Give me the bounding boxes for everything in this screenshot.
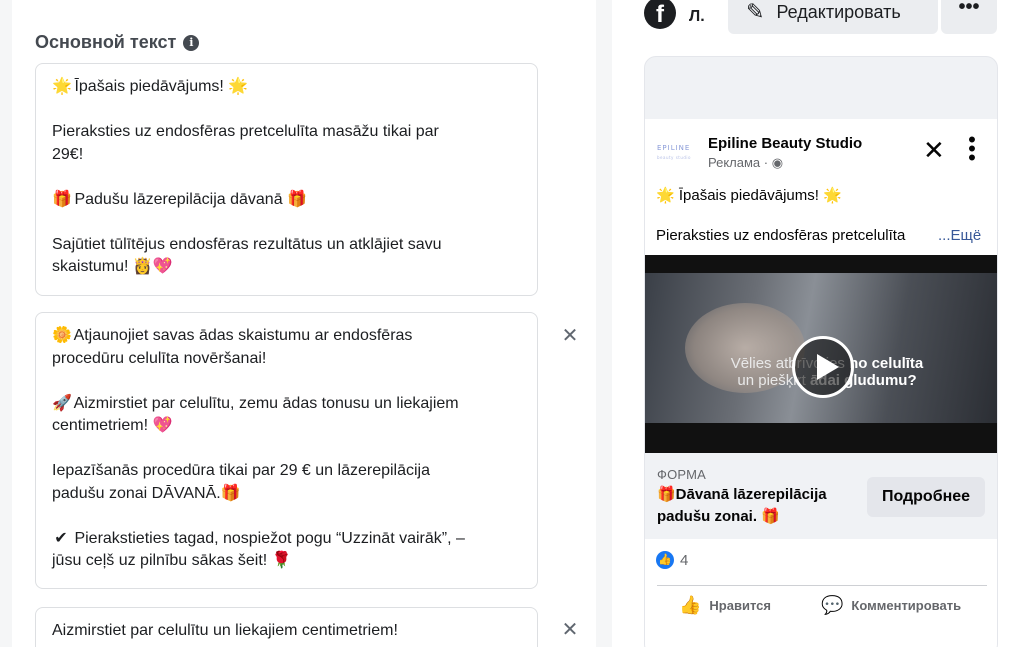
- video-frame: Vēlies atbrīvoties no celulīta un piešķi…: [645, 273, 997, 423]
- divider: [657, 585, 987, 586]
- like-button[interactable]: 👍 Нравится: [679, 591, 771, 619]
- emoji-icon: 🌼: [52, 327, 72, 344]
- sponsored-text: Реклама ·: [708, 155, 772, 170]
- info-icon[interactable]: i: [183, 34, 200, 51]
- edit-button[interactable]: ✎ Редактировать: [728, 0, 938, 34]
- ad-card: EPILINE beauty studio Epiline Beauty Stu…: [645, 119, 997, 647]
- text-line-content: padušu zonai DĀVANĀ.: [52, 484, 221, 502]
- logo-text: EPILINE: [657, 144, 691, 152]
- text-line: ✔ Pierakstieties tagad, nospiežot pogu “…: [52, 528, 521, 551]
- headline-line2: padušu zonai. 🎁: [657, 508, 780, 525]
- cta-section: ФОРМА 🎁Dāvanā lāzerepilācija padušu zona…: [645, 453, 997, 539]
- text-line: Iepazīšanās procedūra tikai par 29 € un …: [52, 460, 521, 483]
- text-line: [52, 370, 521, 393]
- text-line: 🌟 Īpašais piedāvājums! 🌟: [52, 76, 521, 99]
- text-line: Aizmirstiet par celulītu un liekajiem ce…: [52, 620, 521, 643]
- play-icon[interactable]: [792, 336, 854, 398]
- text-line: centimetriem! 💖: [52, 415, 521, 438]
- emoji-icon: 💖: [152, 417, 173, 434]
- text-line: skaistumu! 👸💖: [52, 256, 521, 279]
- advertiser-logo: EPILINE beauty studio: [657, 143, 701, 163]
- comment-button[interactable]: 💬 Комментировать: [821, 591, 961, 619]
- globe-icon: ◉: [771, 155, 784, 170]
- text-line: jūsu ceļš uz pilnību sākas šeit! 🌹: [52, 550, 521, 573]
- emoji-icon: 🌟: [228, 78, 249, 95]
- text-line: 🎁 Padušu lāzerepilācija dāvanā 🎁: [52, 189, 521, 212]
- like-reaction-icon: 👍: [656, 551, 674, 569]
- page-initial: Л.: [689, 8, 705, 25]
- text-line: [52, 166, 521, 189]
- primary-text-field-2[interactable]: 🌼 Atjaunojiet savas ādas skaistumu ar en…: [35, 312, 538, 589]
- text-line-content: Padušu lāzerepilācija dāvanā: [74, 190, 288, 208]
- text-line: 🌼 Atjaunojiet savas ādas skaistumu ar en…: [52, 325, 521, 348]
- section-title: Основной текст i: [35, 32, 200, 53]
- close-icon[interactable]: ✕: [923, 137, 945, 163]
- text-line: Pieraksties uz endosfēras pretcelulīta m…: [52, 121, 521, 144]
- preview-panel: f Л. ✎ Редактировать ••• EPILINE beauty …: [612, 0, 1024, 647]
- emoji-icon: 🌟: [52, 78, 72, 95]
- reaction-count: 4: [680, 551, 689, 569]
- text-line-content: centimetriem!: [52, 417, 153, 434]
- text-line-content: Aizmirstiet par celulītu, zemu ādas tonu…: [73, 394, 459, 412]
- ad-preview-frame: EPILINE beauty studio Epiline Beauty Stu…: [644, 56, 998, 647]
- text-line: 🚀 Aizmirstiet par celulītu, zemu ādas to…: [52, 393, 521, 416]
- logo-subtext: beauty studio: [657, 155, 691, 160]
- ad-headline: 🎁Dāvanā lāzerepilācija padušu zonai. 🎁: [657, 484, 857, 528]
- facebook-icon: f: [644, 0, 676, 29]
- close-icon[interactable]: ✕: [561, 620, 579, 640]
- advertiser-name[interactable]: Epiline Beauty Studio: [708, 135, 862, 152]
- text-line-content: Aizmirstiet par celulītu un liekajiem ce…: [52, 622, 398, 639]
- emoji-icon: 🎁: [287, 190, 307, 208]
- editor-card: Основной текст i 🌟 Īpašais piedāvājums! …: [12, 0, 596, 647]
- text-line-content: skaistumu!: [52, 258, 133, 275]
- reactions-bar[interactable]: 👍 4: [656, 551, 688, 569]
- text-line: procedūru celulīta novēršanai!: [52, 348, 521, 371]
- close-icon[interactable]: ✕: [561, 326, 579, 346]
- text-line-content: procedūru celulīta novēršanai!: [52, 349, 267, 367]
- text-line: 29€!: [52, 144, 521, 167]
- comment-label: Комментировать: [851, 597, 962, 613]
- headline-line1: 🎁Dāvanā lāzerepilācija: [657, 486, 827, 503]
- video-caption-b: no celulīta: [849, 355, 924, 372]
- comment-icon: 💬: [821, 594, 844, 615]
- ad-primary-text-line1: 🌟 Īpašais piedāvājums! 🌟: [656, 187, 842, 204]
- panel-divider: [596, 0, 612, 647]
- text-line-content: Atjaunojiet savas ādas skaistumu ar endo…: [73, 327, 413, 344]
- text-line-content: 29€!: [52, 145, 84, 163]
- text-line-content: Sajūtiet tūlītējus endosfēras rezultātus…: [52, 235, 442, 253]
- text-line-content: Pierakstieties tagad, nospiežot pogu “Uz…: [74, 529, 465, 547]
- editor-panel: Основной текст i 🌟 Īpašais piedāvājums! …: [0, 0, 596, 647]
- edit-button-label: Редактировать: [776, 1, 901, 22]
- emoji-icon: 🎁: [220, 484, 241, 502]
- text-line-content: jūsu ceļš uz pilnību sākas šeit!: [52, 552, 272, 569]
- text-line: padušu zonai DĀVANĀ.🎁: [52, 483, 521, 506]
- thumbs-up-icon: 👍: [679, 594, 702, 615]
- emoji-icon: 🌹: [271, 552, 292, 569]
- emoji-icon: ✔: [54, 529, 68, 547]
- see-more-link[interactable]: ...Ещё: [938, 227, 981, 244]
- primary-text-field-3[interactable]: Aizmirstiet par celulītu un liekajiem ce…: [35, 607, 538, 647]
- section-title-text: Основной текст: [35, 32, 177, 52]
- sponsored-label: Реклама · ◉: [708, 155, 783, 171]
- pencil-icon: ✎: [746, 0, 765, 24]
- ad-primary-text-line2: Pieraksties uz endosfēras pretcelulīta: [656, 227, 906, 244]
- text-line: [52, 438, 521, 461]
- text-line: [52, 99, 521, 122]
- learn-more-button[interactable]: Подробнее: [867, 477, 985, 517]
- text-line: [52, 211, 521, 234]
- like-label: Нравится: [709, 597, 771, 613]
- emoji-icon: 🚀: [52, 394, 72, 412]
- more-options-icon[interactable]: • • •: [967, 129, 977, 169]
- text-line-content: Pieraksties uz endosfēras pretcelulīta m…: [52, 123, 439, 140]
- text-line: Sajūtiet tūlītējus endosfēras rezultātus…: [52, 234, 521, 257]
- text-line-content: Īpašais piedāvājums!: [74, 78, 229, 95]
- form-label: ФОРМА: [657, 467, 707, 482]
- primary-text-field-1[interactable]: 🌟 Īpašais piedāvājums! 🌟 Pieraksties uz e…: [35, 63, 538, 296]
- emoji-icon: 🎁: [52, 190, 72, 208]
- text-line: [52, 505, 521, 528]
- more-icon[interactable]: •••: [941, 0, 997, 34]
- text-line-content: Iepazīšanās procedūra tikai par 29 € un …: [52, 462, 431, 479]
- emoji-icon: 👸💖: [132, 258, 173, 275]
- ad-video[interactable]: Vēlies atbrīvoties no celulīta un piešķi…: [645, 255, 997, 453]
